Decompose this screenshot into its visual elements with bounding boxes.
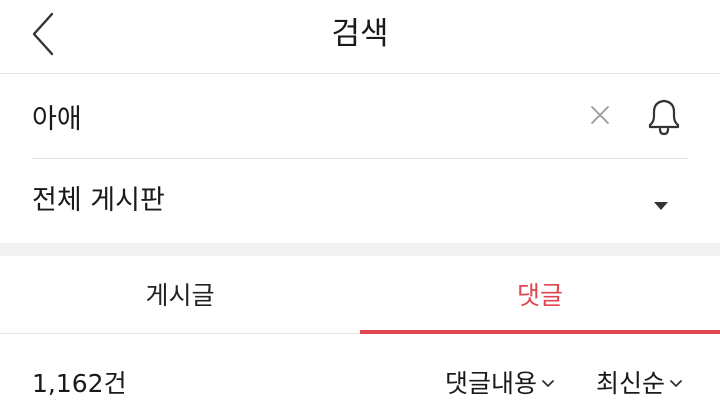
close-icon bbox=[586, 106, 614, 133]
section-divider bbox=[0, 243, 720, 256]
app-header: 검색 bbox=[0, 0, 720, 74]
chevron-left-icon bbox=[18, 8, 66, 60]
search-target-filter[interactable]: 댓글내용 bbox=[445, 358, 555, 410]
active-tab-indicator bbox=[360, 330, 720, 334]
tab-posts[interactable]: 게시글 bbox=[0, 256, 360, 334]
bell-icon bbox=[642, 99, 686, 143]
board-selector[interactable]: 전체 게시판 bbox=[32, 159, 688, 243]
board-selector-label: 전체 게시판 bbox=[32, 185, 165, 216]
result-tabs: 게시글 댓글 bbox=[0, 256, 720, 334]
search-input[interactable] bbox=[32, 93, 552, 139]
page-title: 검색 bbox=[331, 16, 389, 52]
tab-comments[interactable]: 댓글 bbox=[360, 256, 720, 334]
sort-filter-label: 최신순 bbox=[596, 369, 666, 398]
search-bar bbox=[32, 75, 688, 159]
sort-filter[interactable]: 최신순 bbox=[596, 358, 683, 410]
chevron-down-icon bbox=[665, 369, 683, 398]
back-button[interactable] bbox=[18, 8, 66, 60]
keyword-alert-button[interactable] bbox=[642, 95, 686, 139]
clear-search-button[interactable] bbox=[586, 101, 614, 129]
caret-down-icon bbox=[653, 196, 669, 210]
result-count: 1,162건 bbox=[32, 369, 127, 398]
chevron-down-icon bbox=[537, 369, 555, 398]
search-target-filter-label: 댓글내용 bbox=[445, 369, 538, 398]
